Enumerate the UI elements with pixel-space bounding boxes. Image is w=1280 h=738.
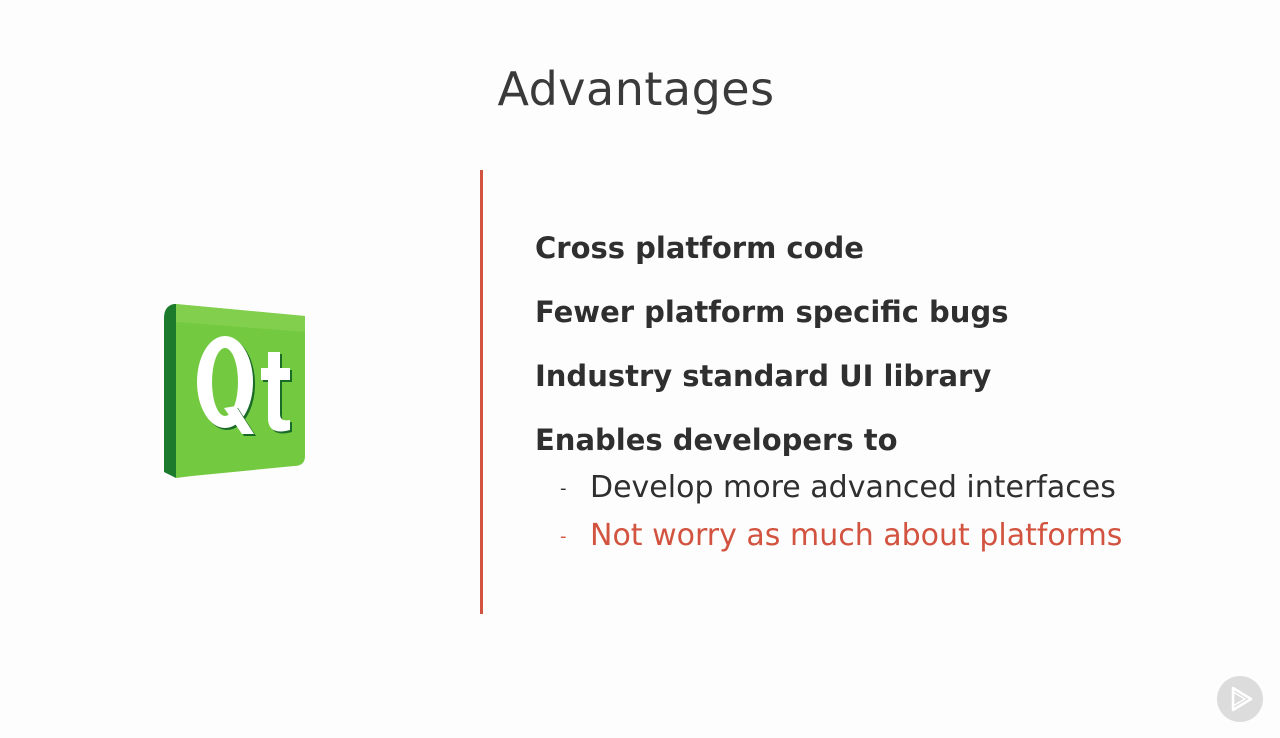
play-icon	[1231, 686, 1253, 712]
sub-bullet-dash: -	[560, 525, 567, 547]
qt-logo-icon	[162, 302, 308, 478]
sub-bullet-dash: -	[560, 477, 567, 499]
sub-bullet-advanced-interfaces: - Develop more advanced interfaces	[560, 468, 1116, 509]
bullet-fewer-bugs: Fewer platform specific bugs	[535, 295, 1009, 329]
sub-bullet-platforms-highlighted: - Not worry as much about platforms	[560, 516, 1122, 557]
play-button[interactable]	[1217, 676, 1263, 722]
sub-bullet-text: Not worry as much about platforms	[590, 518, 1123, 553]
presentation-slide: Advantages Cross platform code Fewer pla…	[0, 0, 1280, 738]
sub-bullet-text: Develop more advanced interfaces	[590, 470, 1116, 505]
accent-divider	[480, 170, 483, 614]
slide-title: Advantages	[497, 62, 775, 116]
bullet-enables-developers: Enables developers to	[535, 423, 898, 457]
bullet-industry-standard: Industry standard UI library	[535, 359, 992, 393]
bullet-cross-platform: Cross platform code	[535, 231, 864, 265]
